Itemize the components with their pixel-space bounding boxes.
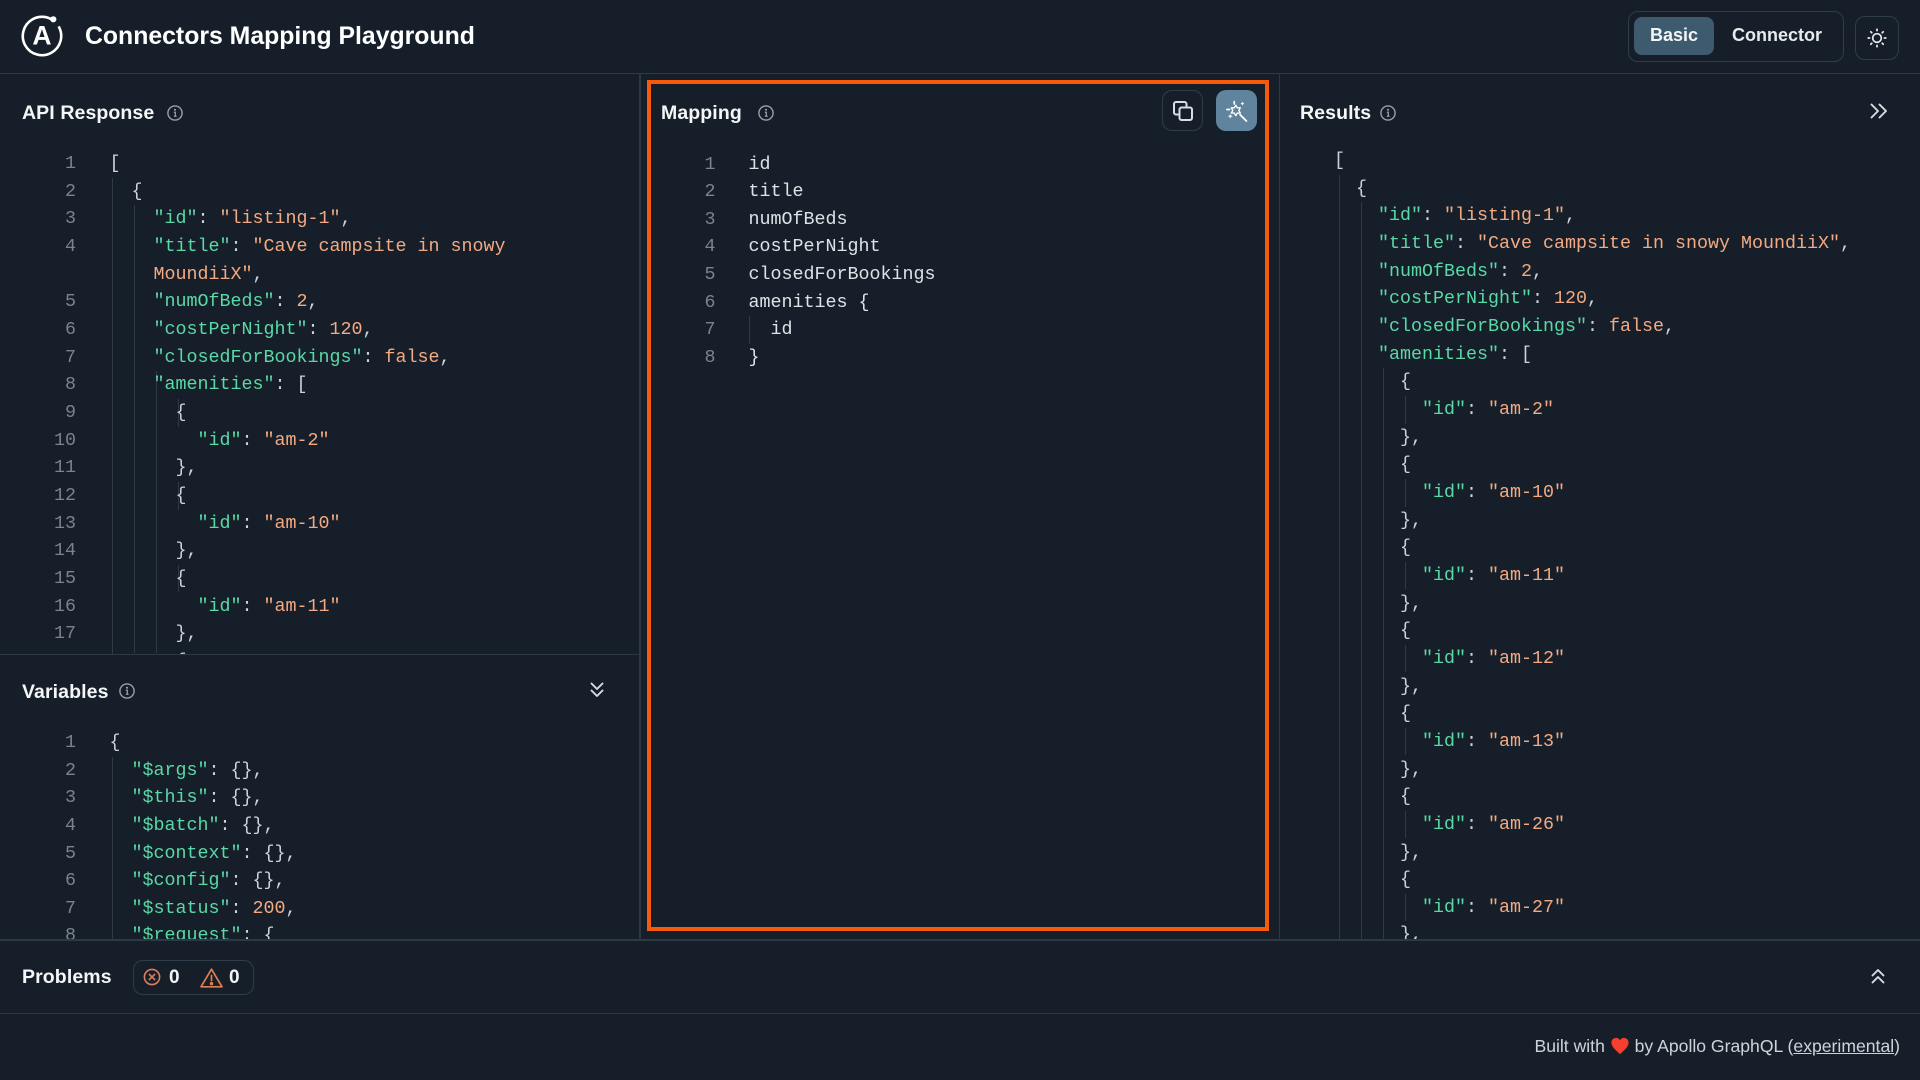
svg-text:A: A [32, 20, 51, 50]
